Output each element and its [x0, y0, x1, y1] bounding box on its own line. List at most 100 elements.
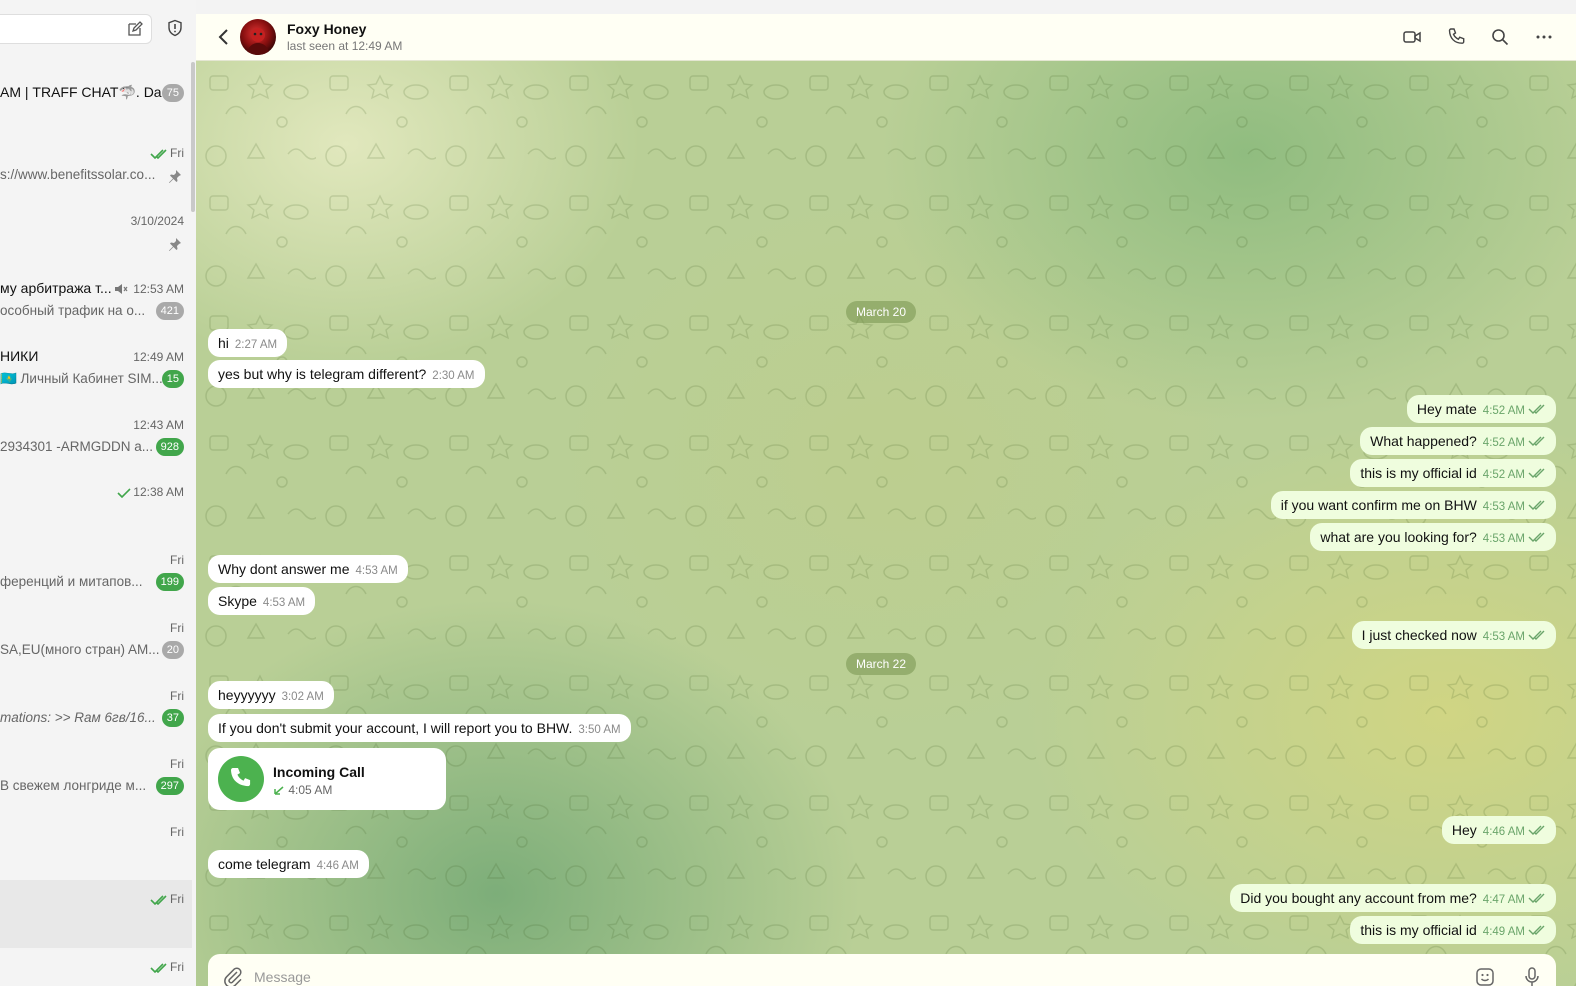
- avatar[interactable]: [240, 19, 276, 55]
- chat-list-item[interactable]: НИКИ 12:49 AM 🇰🇿 Личный Кабинет SIM... 15: [0, 338, 192, 406]
- phone-call-icon[interactable]: [218, 756, 264, 802]
- shield-icon[interactable]: [166, 19, 184, 37]
- window-top-strip: [0, 0, 1576, 14]
- message-text: yes but why is telegram different?: [218, 366, 427, 382]
- chat-time: Fri: [170, 689, 184, 703]
- read-checks-icon: [150, 146, 170, 160]
- chat-time-label: Fri: [170, 892, 184, 906]
- chat-list-item[interactable]: Fri: [0, 813, 192, 881]
- message-time: 3:50 AM: [578, 724, 621, 736]
- chat-time-label: Fri: [170, 689, 184, 703]
- last-seen-status: last seen at 12:49 AM: [287, 39, 403, 53]
- phone-icon[interactable]: [1446, 27, 1466, 47]
- chat-preview: 🇰🇿 Личный Кабинет SIM...: [0, 371, 163, 386]
- chat-time: Fri: [150, 960, 184, 974]
- message-text: Hey: [1451, 822, 1477, 838]
- more-options-icon[interactable]: [1534, 27, 1554, 47]
- chat-time: 12:49 AM: [133, 350, 184, 364]
- chat-list-item[interactable]: 12:38 AM: [0, 473, 192, 541]
- chat-title: му арбитража т...: [0, 280, 112, 296]
- chat-list-item[interactable]: Fri: [0, 948, 192, 986]
- unread-badge: 199: [155, 573, 184, 591]
- message-time: 4:52 AM: [1482, 469, 1525, 481]
- incoming-message[interactable]: yes but why is telegram different? 2:30 A…: [208, 360, 485, 388]
- read-checks-icon: [1528, 395, 1546, 423]
- chat-preview: В свежем лонгриде м...: [0, 778, 147, 793]
- read-checks-icon: [1528, 491, 1546, 519]
- chat-time-label: 12:43 AM: [133, 418, 184, 432]
- message-text: Why dont answer me: [218, 561, 350, 577]
- message-text: I just checked now: [1361, 627, 1477, 643]
- unread-badge: 37: [161, 709, 184, 727]
- chat-list-item[interactable]: Fri s://www.benefitssolar.co...: [0, 134, 192, 202]
- message-text: this is my official id: [1360, 465, 1477, 481]
- paperclip-icon[interactable]: [222, 966, 244, 986]
- chat-time: Fri: [150, 146, 184, 160]
- sticker-icon[interactable]: [1474, 966, 1496, 986]
- read-checks-icon: [1528, 459, 1546, 487]
- outgoing-message[interactable]: if you want confirm me on BHW 4:53 AM: [1270, 491, 1556, 519]
- search-icon[interactable]: [1490, 27, 1510, 47]
- message-text: Skype: [218, 593, 257, 609]
- outgoing-message[interactable]: this is my official id 4:52 AM: [1350, 459, 1556, 487]
- chat-time: 12:38 AM: [117, 485, 184, 499]
- outgoing-message[interactable]: Hey mate 4:52 AM: [1406, 395, 1556, 423]
- outgoing-message[interactable]: Hey 4:46 AM: [1441, 816, 1556, 844]
- incoming-message[interactable]: Skype 4:53 AM: [208, 587, 316, 615]
- incoming-message[interactable]: heyyyyyy 3:02 AM: [208, 681, 334, 709]
- message-time: 4:53 AM: [1482, 533, 1525, 545]
- search-box[interactable]: [0, 14, 152, 44]
- chat-title: НИКИ: [0, 348, 39, 364]
- outgoing-message[interactable]: I just checked now 4:53 AM: [1351, 621, 1556, 649]
- outgoing-message[interactable]: Did you bought any account from me? 4:47 …: [1230, 884, 1556, 912]
- message-input[interactable]: [254, 966, 1454, 986]
- message-time: 4:53 AM: [262, 597, 306, 609]
- incoming-message[interactable]: hi 2:27 AM: [208, 329, 288, 357]
- chat-area: Foxy Honey last seen at 12:49 AM March 2…: [196, 14, 1576, 986]
- microphone-icon[interactable]: [1522, 966, 1542, 986]
- contact-name[interactable]: Foxy Honey: [287, 21, 366, 37]
- video-call-icon[interactable]: [1402, 27, 1422, 47]
- chat-list-item[interactable]: Fri В свежем лонгриде м... 297: [0, 745, 192, 813]
- chat-list-item[interactable]: Fri ференций и митапов... 199: [0, 541, 192, 609]
- message-time: 4:52 AM: [1482, 405, 1525, 417]
- chat-time: 3/10/2024: [131, 214, 184, 228]
- compose-icon[interactable]: [127, 21, 143, 37]
- pin-icon: [168, 237, 182, 251]
- incoming-call-card[interactable]: Incoming Call 4:05 AM: [208, 748, 446, 810]
- message-time: 4:46 AM: [316, 860, 359, 872]
- chat-preview: ференций и митапов...: [0, 574, 143, 589]
- message-time: 3:02 AM: [281, 691, 324, 703]
- unread-badge: 928: [155, 438, 184, 456]
- incoming-message[interactable]: come telegram 4:46 AM: [208, 850, 369, 878]
- chat-list-item[interactable]: АМ | TRAFF CHAT🦈. Da... 75: [0, 66, 192, 134]
- message-text: heyyyyyy: [218, 687, 276, 703]
- outgoing-message[interactable]: what are you looking for? 4:53 AM: [1310, 523, 1556, 551]
- muted-speaker-icon: [114, 282, 128, 296]
- read-checks-icon: [1528, 816, 1546, 844]
- message-time: 4:53 AM: [355, 565, 398, 577]
- outgoing-message[interactable]: What happened? 4:52 AM: [1360, 427, 1556, 455]
- chat-time-label: Fri: [170, 757, 184, 771]
- chat-list-item[interactable]: 3/10/2024: [0, 202, 192, 270]
- incoming-message[interactable]: If you don't submit your account, I will…: [208, 714, 631, 742]
- chat-time-label: 3/10/2024: [130, 214, 184, 228]
- outgoing-message[interactable]: this is my official id 4:49 AM: [1350, 916, 1556, 944]
- date-separator: March 20: [846, 301, 917, 323]
- message-text: Did you bought any account from me?: [1240, 890, 1477, 906]
- message-time: 4:47 AM: [1482, 894, 1525, 906]
- read-checks-icon: [1528, 621, 1546, 649]
- chat-list-item[interactable]: Fri mations: >> Rам 6гв/16... 37: [0, 677, 192, 745]
- chat-list-sidebar: АМ | TRAFF CHAT🦈. Da... 75 Fri s://www.bene…: [0, 0, 196, 986]
- message-text: What happened?: [1370, 433, 1477, 449]
- chat-time: Fri: [170, 825, 184, 839]
- chat-time: Fri: [170, 621, 184, 635]
- back-arrow-icon[interactable]: [216, 28, 232, 46]
- chat-list-item[interactable]: 12:43 AM 2934301 -ARMGDDN a... 928: [0, 406, 192, 474]
- message-text: come telegram: [218, 856, 311, 872]
- chat-list-item[interactable]: Fri SA,EU(много стран) AM... 20: [0, 609, 192, 677]
- message-time: 2:30 AM: [432, 370, 475, 382]
- chat-list-item[interactable]: Fri: [0, 880, 192, 948]
- chat-list-item[interactable]: му арбитража т... 12:53 AM особный трафик …: [0, 270, 192, 338]
- incoming-message[interactable]: Why dont answer me 4:53 AM: [208, 555, 408, 583]
